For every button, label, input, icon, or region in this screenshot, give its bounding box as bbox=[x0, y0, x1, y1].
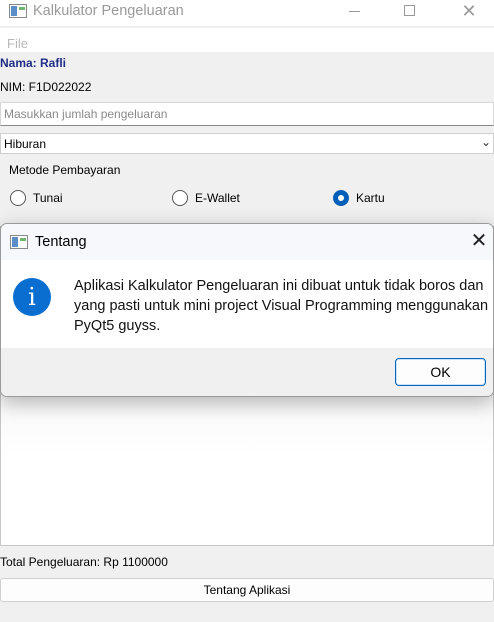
dialog-message: Aplikasi Kalkulator Pengeluaran ini dibu… bbox=[74, 278, 489, 334]
title-bar: Kalkulator Pengeluaran ✕ bbox=[0, 0, 494, 26]
category-value: Hiburan bbox=[4, 137, 47, 151]
dialog-body: i Aplikasi Kalkulator Pengeluaran ini di… bbox=[1, 260, 493, 348]
close-button[interactable]: ✕ bbox=[446, 0, 492, 26]
amount-input[interactable] bbox=[0, 102, 494, 126]
dialog-footer: OK bbox=[1, 348, 493, 396]
about-button[interactable]: Tentang Aplikasi bbox=[0, 578, 494, 602]
info-icon: i bbox=[13, 278, 51, 316]
app-icon bbox=[10, 235, 28, 249]
dialog-title-bar: Tentang ✕ bbox=[1, 224, 493, 260]
chevron-down-icon: ⌄ bbox=[480, 135, 491, 149]
ok-button[interactable]: OK bbox=[395, 358, 486, 386]
category-select[interactable]: Hiburan ⌄ bbox=[0, 133, 494, 154]
menu-file[interactable]: File bbox=[7, 36, 28, 51]
radio-circle bbox=[333, 190, 349, 206]
radio-circle bbox=[10, 190, 26, 206]
dialog-close-button[interactable]: ✕ bbox=[467, 229, 491, 253]
about-dialog: Tentang ✕ i Aplikasi Kalkulator Pengelua… bbox=[0, 223, 494, 397]
window-title: Kalkulator Pengeluaran bbox=[33, 3, 184, 19]
minimize-button[interactable] bbox=[332, 0, 378, 26]
dialog-title: Tentang bbox=[35, 234, 87, 250]
app-icon bbox=[9, 4, 27, 18]
minimize-icon bbox=[349, 11, 360, 12]
maximize-button[interactable] bbox=[387, 0, 433, 26]
radio-label: Kartu bbox=[356, 191, 385, 205]
nim-label: NIM: F1D022022 bbox=[0, 80, 92, 94]
payment-method-group: Metode Pembayaran Tunai E-Wallet Kartu bbox=[0, 157, 494, 227]
radio-label: E-Wallet bbox=[195, 191, 240, 205]
close-icon: ✕ bbox=[470, 230, 488, 252]
close-icon: ✕ bbox=[461, 1, 477, 21]
payment-method-title: Metode Pembayaran bbox=[9, 163, 121, 177]
menu-bar: File bbox=[0, 28, 494, 52]
radio-circle bbox=[172, 190, 188, 206]
total-label: Total Pengeluaran: Rp 1100000 bbox=[0, 555, 168, 569]
name-label: Nama: Rafli bbox=[0, 56, 67, 70]
radio-label: Tunai bbox=[33, 191, 63, 205]
maximize-icon bbox=[404, 5, 415, 16]
